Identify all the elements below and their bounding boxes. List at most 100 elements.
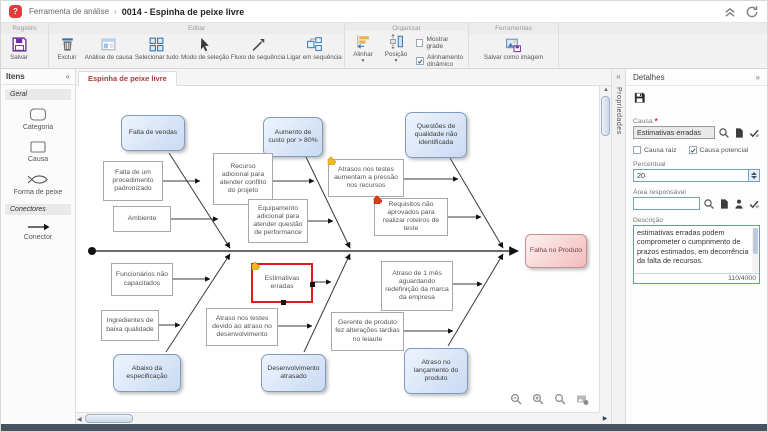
person-icon[interactable] [733,198,745,210]
checkbox-unchecked-icon [416,39,423,47]
selection-mode-button[interactable]: Modo de seleção [183,36,226,61]
zoom-in-icon[interactable] [532,393,545,406]
sidebar-item-forma-de-peixe[interactable]: Forma de peixe [1,167,75,200]
causa-potencial-checkbox[interactable]: Causa potencial [689,146,749,154]
save-button[interactable]: Salvar [6,36,32,61]
percentual-input[interactable]: 20 [633,169,749,182]
category-node[interactable]: Falta de vendas [121,115,185,151]
dynamic-alignment-checkbox[interactable]: Alinhamento dinâmico [416,54,463,68]
refresh-icon[interactable] [745,5,759,19]
align-button[interactable]: Alinhar ▼ [350,33,376,63]
breadcrumb-separator: › [114,7,117,16]
textarea-scrollbar[interactable] [752,227,758,272]
link-in-sequence-button[interactable]: Ligar em sequência [290,36,339,61]
scrollbar-corner: ▶ [599,412,611,424]
window-footer-bar [1,424,767,431]
save-details-icon[interactable] [633,91,646,104]
document-icon[interactable] [718,198,730,210]
position-button[interactable]: Posição ▼ [383,33,409,63]
category-node[interactable]: Abaixo da especificação [113,354,181,392]
selection-handle[interactable] [281,300,286,305]
cause-node[interactable]: Ambiente [113,206,171,232]
expand-details-icon[interactable]: » [756,73,760,82]
category-node[interactable]: Questões de qualidade não identificada [405,112,467,158]
cause-node[interactable]: Funcionários não capacitados [111,263,173,296]
chevron-down-icon: ▼ [361,59,366,63]
selection-handle[interactable] [310,282,315,287]
document-icon[interactable] [733,127,745,139]
cause-node[interactable]: Atraso nos testes devido ao atraso no de… [206,308,278,346]
cause-analysis-icon [100,36,117,53]
diagram-canvas[interactable]: Falta de vendas Aumento de custo por > 8… [76,86,611,424]
link-in-sequence-icon [306,36,323,53]
delete-button[interactable]: Excluir [54,36,80,61]
ribbon-group-label: Registro [1,23,48,34]
percentual-stepper[interactable] [749,169,760,182]
search-icon[interactable] [703,198,715,210]
sequence-flow-button[interactable]: Fluxo de sequência [234,36,283,61]
collapse-ribbon-icon[interactable] [723,5,737,19]
category-node[interactable]: Atraso no lançamento do produto [404,348,468,394]
fish-head-node[interactable]: Falha no Produto [525,234,587,268]
app-window: ? Ferramenta de análise › 0014 - Espinha… [0,0,768,432]
category-node[interactable]: Aumento de custo por > 80% [263,117,323,157]
causa-label: Causa [633,118,653,125]
clear-field-icon[interactable] [748,127,760,139]
page-title: 0014 - Espinha de peixe livre [122,7,245,17]
cause-node[interactable]: Equipamento adicional para atender quest… [248,199,308,243]
scroll-up-icon[interactable]: ▲ [603,87,609,93]
properties-collapsed-panel[interactable]: « Propriedades [611,69,626,424]
save-icon [11,36,28,53]
cause-node-selected[interactable]: Estimativas erradas [251,263,313,303]
causa-input[interactable]: Estimativas erradas [633,126,715,139]
zoom-out-icon[interactable] [510,393,523,406]
scroll-left-icon[interactable]: ◀ [77,416,82,423]
step-down-icon [751,176,757,179]
diagram-area: Espinha de peixe livre [76,69,611,424]
ribbon-group-registro: Registro Salvar [1,23,49,68]
cause-node[interactable]: Recurso adicional para atender conflito … [213,153,273,205]
canvas-zoom-controls [510,393,589,406]
cause-node[interactable]: Atraso de 1 mês aguardando redefinição d… [381,261,453,311]
show-grid-checkbox[interactable]: Mostrar grade [416,36,463,50]
export-image-icon[interactable] [576,393,589,406]
app-logo-icon: ? [9,5,22,18]
save-as-image-button[interactable]: Salvar como imagem [484,36,543,61]
breadcrumb-app[interactable]: Ferramenta de análise [29,7,109,16]
required-marker: * [655,119,658,124]
category-node[interactable]: Desenvolvimento atrasado [261,354,326,392]
ribbon-group-ferramentas: Ferramentas Salvar como imagem [469,23,559,68]
collapse-properties-icon[interactable]: « [616,69,620,81]
sidebar-item-categoria[interactable]: Categoria [1,102,75,135]
cause-node[interactable]: Requisitos não aprovados para realizar r… [374,198,448,236]
causa-raiz-checkbox[interactable]: Causa raiz [633,146,677,154]
search-icon[interactable] [718,127,730,139]
cause-node[interactable]: Gerente de produto fez alterações tardia… [331,312,404,351]
collapse-sidebar-icon[interactable]: « [66,72,70,81]
sidebar-section-geral: Geral [5,89,71,100]
vertical-scroll-thumb[interactable] [601,96,610,136]
tab-espinha-de-peixe-livre[interactable]: Espinha de peixe livre [78,71,177,86]
checkbox-unchecked-icon [633,146,641,154]
cause-node[interactable]: Ingredientes de baixa qualidade [101,310,159,341]
select-all-button[interactable]: Selecionar tudo [137,36,176,61]
select-all-icon [148,36,165,53]
sidebar-item-causa[interactable]: Causa [1,135,75,167]
checkbox-checked-icon [416,57,424,65]
horizontal-scroll-thumb[interactable] [85,414,133,423]
descricao-textarea[interactable]: estimativas erradas podem comprometer o … [633,225,760,284]
cause-node[interactable]: Atrasos nos testes aumentam a pressão no… [328,159,404,197]
clear-field-icon[interactable] [748,198,760,210]
tab-bar: Espinha de peixe livre [76,69,611,86]
items-sidebar: Itens « Geral Categoria Causa Forma de p… [1,69,76,424]
zoom-reset-icon[interactable] [554,393,567,406]
details-title: Detalhes [633,73,665,82]
cause-node[interactable]: Falta de um procedimento padronizado [103,161,163,201]
horizontal-scrollbar[interactable]: ◀ [76,412,599,424]
area-responsavel-input[interactable] [633,197,700,210]
titlebar: ? Ferramenta de análise › 0014 - Espinha… [1,1,767,23]
cause-analysis-button[interactable]: Análise de causa [87,36,130,61]
sidebar-item-conector[interactable]: Conector [1,217,75,245]
properties-tab-label[interactable]: Propriedades [615,87,622,135]
vertical-scrollbar[interactable]: ▲ [599,86,611,412]
